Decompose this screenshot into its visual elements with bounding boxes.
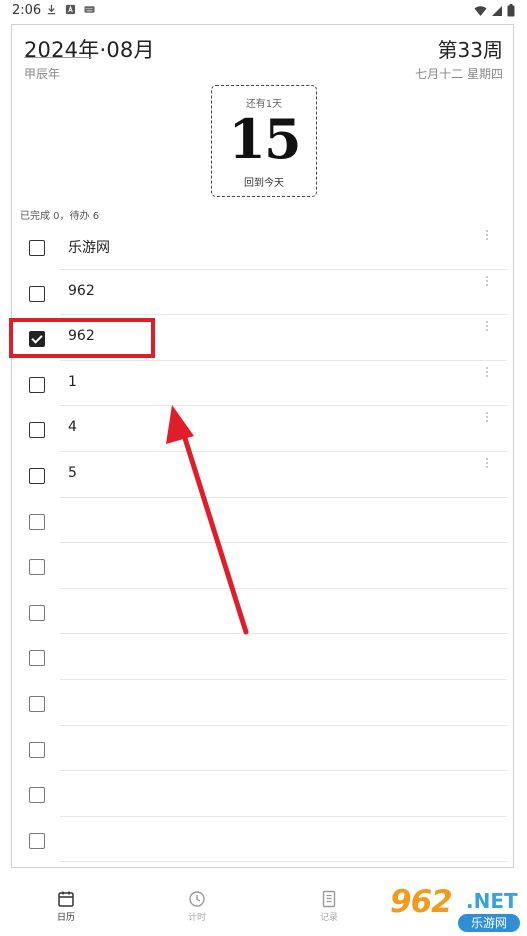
- todo-item: 5: [12, 452, 515, 498]
- battery-icon: [507, 4, 515, 17]
- todo-text[interactable]: 4: [68, 419, 77, 435]
- calendar-card: 2024年·08月 甲辰年 第33周 七月十二 星期四 还有1天 15 回到今天…: [11, 24, 514, 868]
- annotation-highlight-box: [9, 318, 155, 358]
- todo-checkbox[interactable]: [29, 467, 45, 484]
- todo-checkbox[interactable]: [29, 604, 45, 621]
- day-card[interactable]: 还有1天 15 回到今天: [211, 85, 317, 197]
- clock-icon: [189, 891, 205, 907]
- wifi-icon: [474, 5, 487, 16]
- more-options-icon[interactable]: [486, 412, 489, 424]
- todo-checkbox[interactable]: [29, 741, 45, 758]
- todo-item: 4: [12, 406, 515, 452]
- todo-checkbox[interactable]: [29, 513, 45, 530]
- empty-todo-slot: [12, 726, 515, 772]
- watermark-number: 962: [390, 884, 453, 920]
- notes-icon: [322, 890, 336, 908]
- watermark-cn: 乐游网: [458, 914, 520, 932]
- more-options-icon[interactable]: [486, 230, 489, 242]
- system-icons: [474, 4, 515, 17]
- empty-todo-slot: [12, 543, 515, 589]
- back-to-today-button[interactable]: 回到今天: [212, 174, 316, 189]
- todo-item: 962: [12, 270, 515, 316]
- nav-record-label: 记录: [319, 913, 338, 923]
- app-a-icon: [65, 4, 76, 15]
- todo-checkbox[interactable]: [29, 832, 45, 849]
- download-icon: [47, 4, 56, 15]
- todo-item: 1: [12, 361, 515, 407]
- empty-todo-slot: [12, 634, 515, 680]
- todo-checkbox[interactable]: [29, 285, 45, 302]
- todo-text[interactable]: 乐游网: [68, 237, 110, 257]
- more-options-icon[interactable]: [486, 457, 489, 470]
- empty-todo-slot: [12, 817, 515, 863]
- site-watermark: 962 .NET 乐游网: [388, 884, 524, 934]
- todo-checkbox[interactable]: [29, 240, 45, 256]
- year-month-selector[interactable]: 2024年·08月: [24, 34, 155, 64]
- empty-todo-slot: [12, 680, 515, 726]
- nav-calendar-label: 日历: [56, 913, 75, 923]
- todo-checkbox[interactable]: [29, 695, 45, 712]
- todo-text[interactable]: 5: [68, 465, 77, 481]
- keyboard-icon: [84, 6, 95, 13]
- empty-todo-slot: [12, 589, 515, 635]
- todo-checkbox[interactable]: [29, 650, 45, 667]
- todo-summary: 已完成 0，待办 6: [20, 211, 100, 222]
- nav-calendar[interactable]: 日历: [36, 890, 96, 923]
- year-month-underline: [24, 57, 92, 58]
- todo-item: 乐游网: [12, 224, 515, 270]
- watermark-net: .NET: [466, 889, 518, 913]
- todo-checkbox[interactable]: [29, 559, 45, 576]
- status-bar: 2:06: [0, 0, 527, 22]
- lunar-date-weekday: 七月十二 星期四: [415, 67, 503, 81]
- week-number: 第33周: [437, 38, 503, 62]
- todo-checkbox[interactable]: [29, 787, 45, 804]
- todo-text[interactable]: 1: [68, 374, 77, 390]
- todo-checkbox[interactable]: [29, 422, 45, 439]
- nav-timer[interactable]: 计时: [167, 890, 227, 923]
- empty-todo-slot: [12, 498, 515, 544]
- notification-icons: [46, 4, 95, 15]
- todo-checkbox[interactable]: [29, 376, 45, 393]
- more-options-icon[interactable]: [486, 321, 489, 333]
- empty-todo-slot: [12, 771, 515, 817]
- more-options-icon[interactable]: [486, 366, 489, 379]
- signal-icon: [492, 5, 502, 16]
- todo-text[interactable]: 962: [68, 283, 95, 299]
- status-time: 2:06: [12, 3, 42, 18]
- row-divider: [60, 861, 507, 863]
- calendar-icon: [58, 891, 74, 907]
- ganzhi-year: 甲辰年: [24, 67, 61, 81]
- nav-record[interactable]: 记录: [299, 890, 359, 923]
- more-options-icon[interactable]: [486, 275, 489, 288]
- day-number: 15: [228, 107, 301, 171]
- nav-timer-label: 计时: [187, 913, 206, 923]
